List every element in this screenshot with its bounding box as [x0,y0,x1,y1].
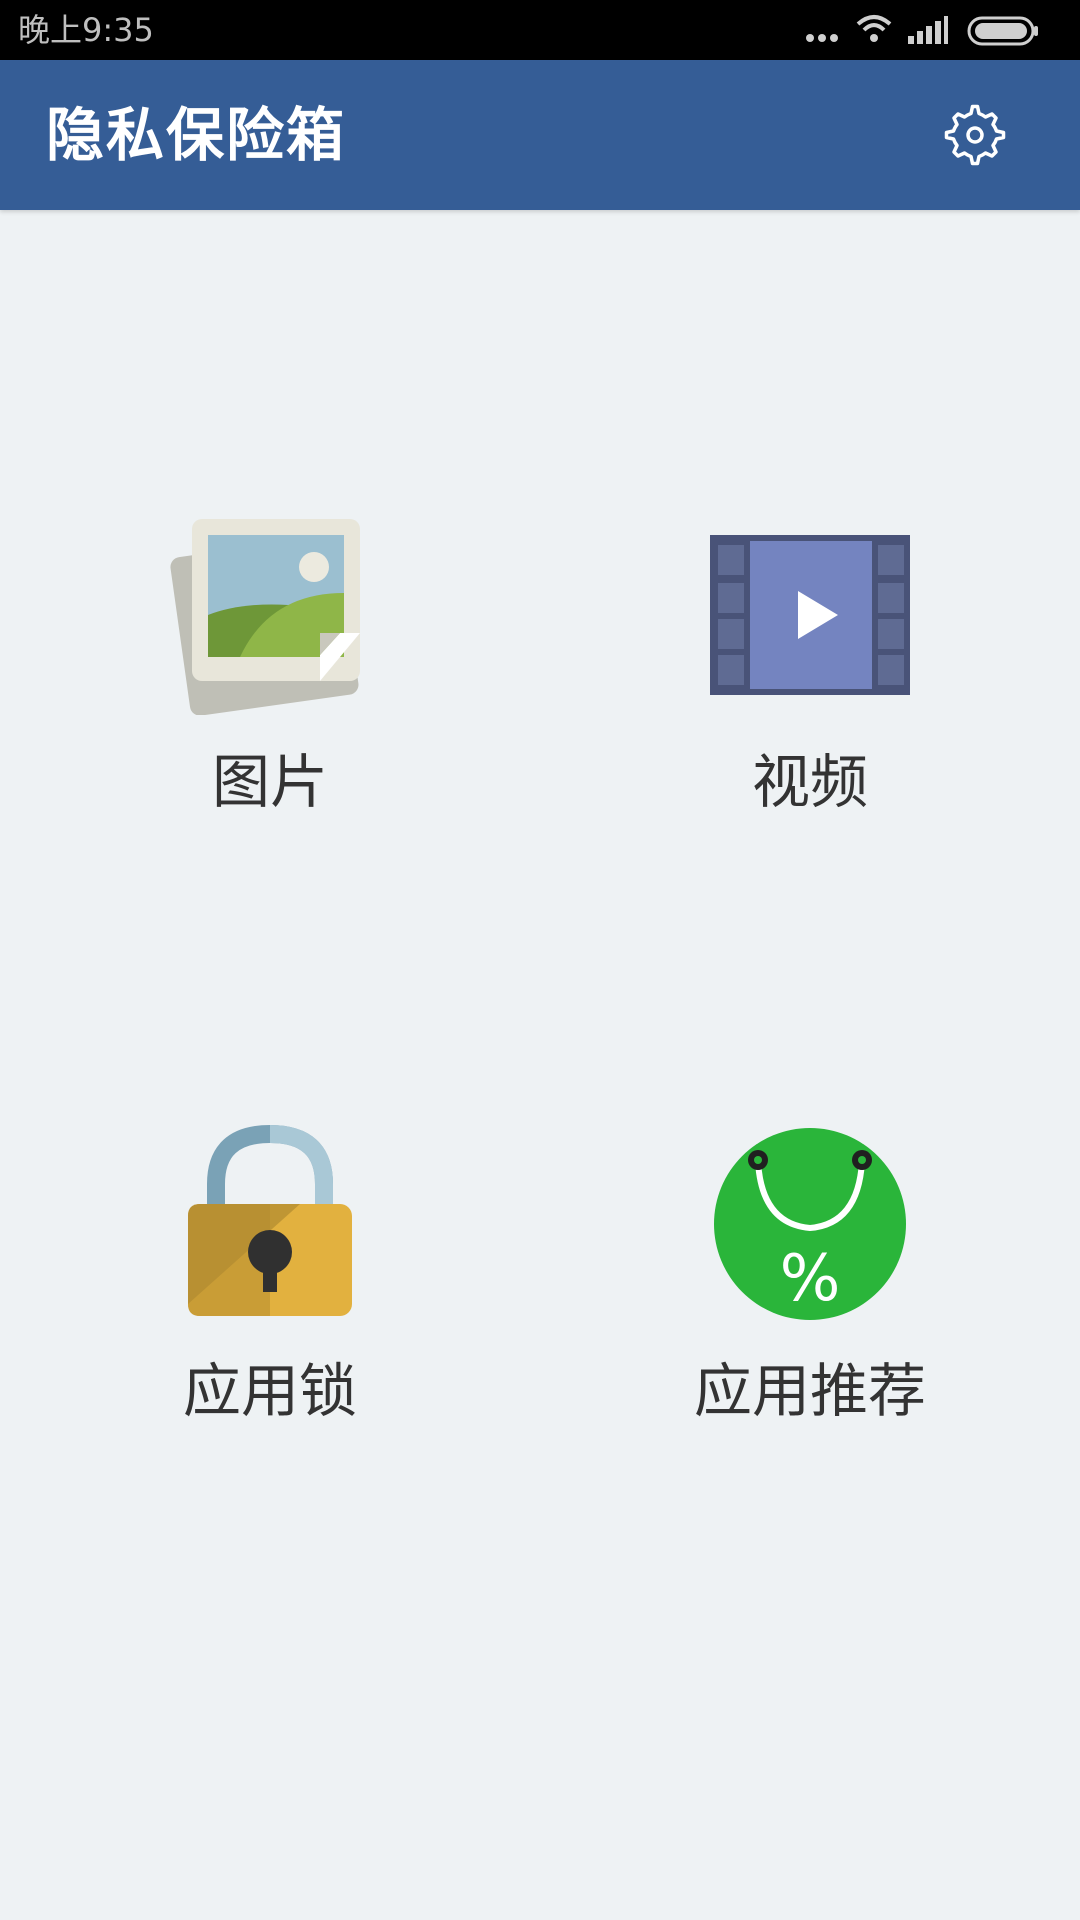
tile-app-lock[interactable]: 应用锁 [0,1124,540,1464]
tile-label: 应用推荐 [693,1357,926,1425]
tile-label: 应用锁 [182,1357,357,1425]
status-bar: 晚上9:35 [0,0,1080,60]
lock-icon [170,1124,370,1324]
photo-icon [170,515,370,716]
tile-label: 图片 [211,748,328,816]
settings-button[interactable] [940,100,1010,170]
tile-photos[interactable]: 图片 [0,515,540,855]
battery-icon [967,16,1038,46]
tile-videos[interactable]: 视频 [540,515,1080,855]
gear-icon [944,104,1006,166]
wifi-icon [856,15,892,42]
more-dots-icon [806,34,838,42]
svg-text:%: % [780,1242,841,1316]
video-icon [710,515,912,715]
status-time: 晚上9:35 [18,11,154,49]
app-bar: 隐私保险箱 [0,60,1080,210]
shopping-bag-discount-icon: % [710,1124,910,1324]
signal-icon [908,16,948,44]
tile-label: 视频 [751,748,868,816]
tile-app-recommend[interactable]: % 应用推荐 [540,1124,1080,1464]
app-title: 隐私保险箱 [46,101,347,169]
